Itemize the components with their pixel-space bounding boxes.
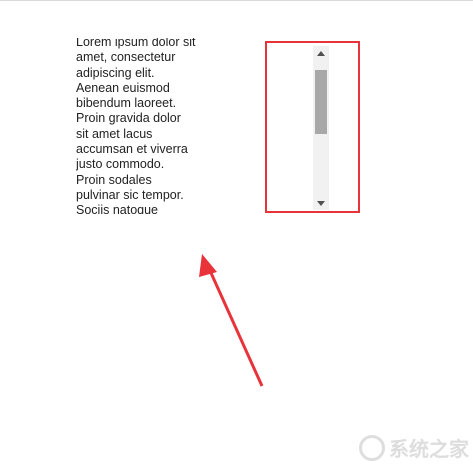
watermark: 系统之家: [359, 433, 469, 462]
scrollable-text-area[interactable]: Lorem ipsum dolor sit amet, consectetur …: [76, 38, 226, 214]
watermark-logo-icon: [359, 434, 385, 461]
paragraph-text: Lorem ipsum dolor sit amet, consectetur …: [76, 38, 196, 214]
highlight-box: [265, 41, 360, 213]
pointer-arrow-icon: [199, 254, 264, 387]
watermark-text: 系统之家: [389, 439, 469, 461]
top-border: [0, 0, 473, 1]
